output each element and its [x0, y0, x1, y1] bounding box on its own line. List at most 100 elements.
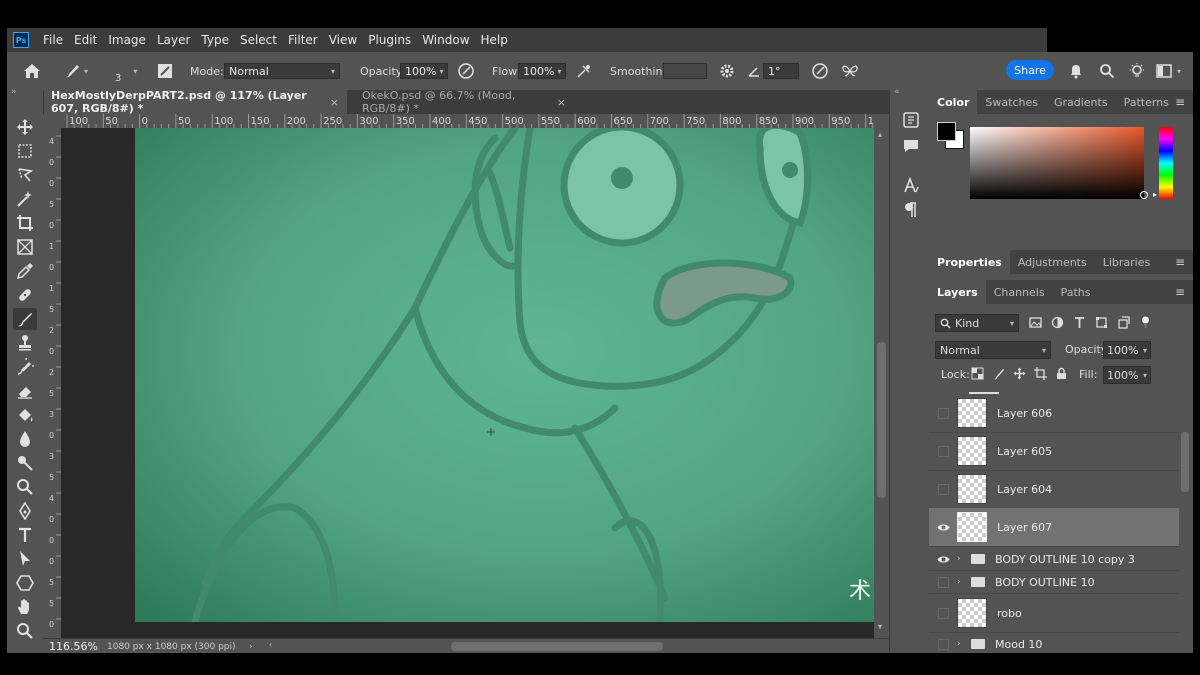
paragraph-panel-icon[interactable] — [900, 200, 922, 220]
lock-transparency-icon[interactable] — [971, 367, 984, 380]
pasteboard[interactable]: 术 — [61, 128, 874, 638]
visibility-toggle[interactable] — [929, 445, 957, 457]
discover-lightbulb-icon[interactable] — [1129, 52, 1145, 90]
visibility-toggle[interactable] — [929, 607, 957, 619]
vertical-ruler[interactable]: 4 0 0 5 0 1 0 1 5 2 0 2 5 3 0 3 5 4 0 0 0 5 5 0 — [43, 128, 62, 638]
layer-row-body-outline-10[interactable]: › BODY OUTLINE 10 — [929, 571, 1179, 594]
filter-smart-object-icon[interactable] — [1117, 316, 1130, 329]
paint-bucket-tool-icon[interactable] — [13, 404, 37, 426]
tab-swatches[interactable]: Swatches — [977, 90, 1046, 114]
tab-paths[interactable]: Paths — [1053, 280, 1099, 304]
filter-toggle-icon[interactable] — [1139, 316, 1152, 329]
scroll-up-icon[interactable]: ▴ — [878, 130, 882, 139]
tab-adjustments[interactable]: Adjustments — [1010, 250, 1095, 274]
healing-brush-tool-icon[interactable] — [13, 284, 37, 306]
foreground-color-swatch[interactable] — [937, 122, 956, 141]
vertical-scrollbar[interactable]: ▴ ▾ — [874, 128, 889, 638]
zoom-lens-tool-icon[interactable] — [13, 476, 37, 498]
close-tab-icon[interactable]: × — [330, 96, 339, 109]
document-canvas[interactable]: 术 — [135, 128, 874, 622]
visibility-toggle[interactable] — [929, 483, 957, 495]
horizontal-ruler[interactable]: 100 50 0 50 100 150 200 250 300 350 400 450 500 550 60… — [61, 114, 874, 129]
layer-row-layer-605[interactable]: Layer 605 — [929, 432, 1179, 471]
search-icon[interactable] — [1099, 52, 1115, 90]
notifications-bell-icon[interactable] — [1069, 52, 1083, 90]
close-tab-icon[interactable]: × — [557, 96, 566, 109]
tab-hexmostlyderp[interactable]: HexMostlyDerpPART2.psd @ 117% (Layer 607… — [43, 89, 347, 115]
object-selection-tool-icon[interactable] — [13, 188, 37, 210]
tab-channels[interactable]: Channels — [986, 280, 1053, 304]
properties-panel-menu-icon[interactable]: ≡ — [1175, 255, 1185, 269]
symmetry-butterfly-icon[interactable] — [841, 52, 859, 90]
filter-type-icon[interactable] — [1073, 316, 1086, 329]
filter-adjustment-icon[interactable] — [1051, 316, 1064, 329]
scroll-down-icon[interactable]: ▾ — [878, 622, 882, 631]
brush-settings-icon[interactable] — [157, 52, 173, 90]
layer-row-layer-607[interactable]: Layer 607 — [929, 508, 1179, 547]
tab-patterns[interactable]: Patterns — [1116, 90, 1177, 114]
layer-opacity-input[interactable]: 100% ▾ — [1103, 341, 1151, 359]
pressure-size-icon[interactable] — [811, 52, 829, 90]
blur-tool-icon[interactable] — [13, 428, 37, 450]
flow-input[interactable]: 100% ▾ — [518, 63, 566, 79]
tab-libraries[interactable]: Libraries — [1095, 250, 1159, 274]
clone-stamp-tool-icon[interactable] — [13, 332, 37, 354]
layer-blend-mode-select[interactable]: Normal ▾ — [935, 341, 1051, 359]
marquee-tool-icon[interactable] — [13, 140, 37, 162]
menu-type[interactable]: Type — [201, 33, 229, 47]
history-brush-tool-icon[interactable] — [13, 356, 37, 378]
brush-tool-icon[interactable] — [13, 308, 37, 330]
tab-gradients[interactable]: Gradients — [1046, 90, 1116, 114]
menu-edit[interactable]: Edit — [74, 33, 97, 47]
layers-scroll-thumb[interactable] — [1181, 432, 1189, 492]
scroll-left-icon[interactable]: ‹ — [269, 640, 272, 649]
smoothing-options-gear-icon[interactable] — [719, 52, 735, 90]
menu-plugins[interactable]: Plugins — [368, 33, 411, 47]
eraser-tool-icon[interactable] — [13, 380, 37, 402]
color-panel-menu-icon[interactable]: ≡ — [1175, 95, 1185, 109]
opacity-input[interactable]: 100% ▾ — [400, 63, 448, 79]
tab-okeko[interactable]: OkekO.psd @ 66.7% (Mood, RGB/8#) * × — [354, 89, 574, 115]
menu-select[interactable]: Select — [240, 33, 277, 47]
zoom-tool-icon[interactable] — [13, 620, 37, 642]
hue-slider[interactable] — [1159, 127, 1173, 199]
filter-shape-icon[interactable] — [1095, 316, 1108, 329]
brush-size-value[interactable]: 3 ▾ — [115, 52, 137, 90]
move-tool-icon[interactable] — [13, 116, 37, 138]
comments-panel-icon[interactable] — [900, 136, 922, 156]
tab-color[interactable]: Color — [929, 90, 978, 114]
layer-row-layer-604[interactable]: Layer 604 — [929, 470, 1179, 509]
layer-fill-input[interactable]: 100% ▾ — [1103, 366, 1151, 384]
layer-row-mood-10[interactable]: › Mood 10 — [929, 633, 1179, 653]
lock-artboard-icon[interactable] — [1034, 367, 1047, 380]
eyedropper-tool-icon[interactable] — [13, 260, 37, 282]
layer-row-robo[interactable]: robo — [929, 594, 1179, 633]
horizontal-scroll-thumb[interactable] — [451, 642, 663, 651]
eye-icon[interactable] — [929, 523, 957, 532]
hue-slider-handle-icon[interactable]: ▸ — [1153, 190, 1157, 199]
hand-tool-icon[interactable] — [13, 596, 37, 618]
menu-help[interactable]: Help — [481, 33, 508, 47]
expand-group-chevron-icon[interactable]: › — [957, 577, 967, 587]
layer-filter-kind-select[interactable]: Kind ▾ — [935, 314, 1019, 332]
menu-image[interactable]: Image — [108, 33, 146, 47]
layer-row-body-outline-10-copy-3[interactable]: › BODY OUTLINE 10 copy 3 — [929, 548, 1179, 571]
tab-layers[interactable]: Layers — [929, 280, 986, 304]
crop-tool-icon[interactable] — [13, 212, 37, 234]
lasso-tool-icon[interactable] — [13, 164, 37, 186]
zoom-level[interactable]: 116.56% — [43, 640, 107, 653]
menu-window[interactable]: Window — [422, 33, 469, 47]
share-button[interactable]: Share — [1006, 60, 1054, 80]
frame-tool-icon[interactable] — [13, 236, 37, 258]
collapse-panels-icon[interactable]: « — [894, 87, 900, 97]
lock-image-pixels-icon[interactable] — [992, 367, 1005, 380]
visibility-toggle[interactable] — [929, 407, 957, 419]
pressure-opacity-icon[interactable] — [457, 52, 475, 90]
character-panel-icon[interactable] — [900, 176, 922, 196]
vertical-scroll-thumb[interactable] — [877, 342, 886, 498]
horizontal-scrollbar[interactable]: ‹ — [265, 639, 889, 653]
collapse-toolbar-icon[interactable]: » — [11, 87, 17, 97]
menu-view[interactable]: View — [329, 33, 357, 47]
expand-group-chevron-icon[interactable]: › — [957, 639, 967, 649]
dodge-tool-icon[interactable] — [13, 452, 37, 474]
